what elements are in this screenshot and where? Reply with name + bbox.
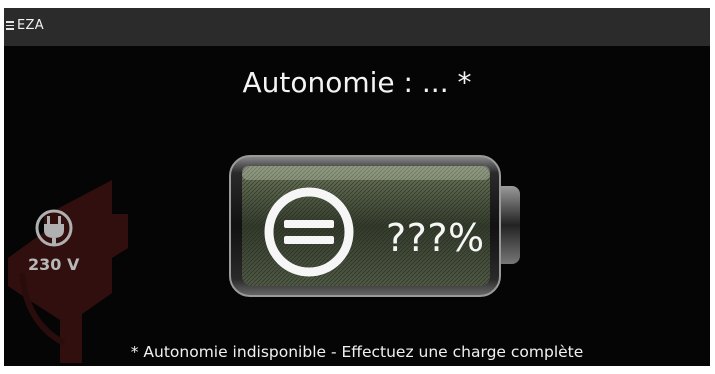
top-bar: EZA: [4, 8, 710, 46]
autonomy-note: * Autonomie indisponible - Effectuez une…: [130, 343, 584, 361]
app-title: EZA: [17, 18, 44, 33]
menu-icon[interactable]: [6, 21, 14, 30]
autonomy-headline: Autonomie : ... *: [242, 66, 472, 99]
app-screen: EZA 230 V Autonomie : ... * ???% * Auton…: [4, 8, 710, 366]
voltage-label: 230 V: [28, 255, 80, 274]
plug-icon: [35, 209, 73, 247]
battery-percent: ???%: [386, 216, 485, 260]
